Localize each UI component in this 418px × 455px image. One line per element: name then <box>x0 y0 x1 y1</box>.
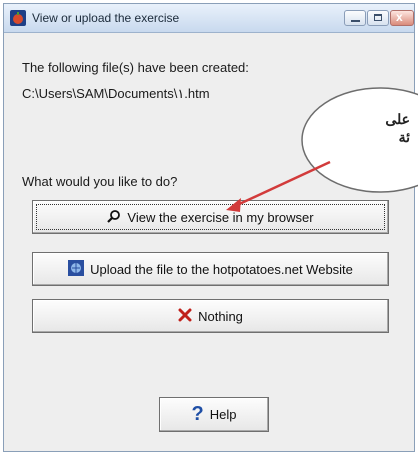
dialog-window: View or upload the exercise x The follow… <box>3 3 415 452</box>
title-bar[interactable]: View or upload the exercise x <box>4 4 414 33</box>
file-path: C:\Users\SAM\Documents\۱.htm <box>22 86 210 101</box>
help-button[interactable]: ? Help <box>159 397 269 432</box>
minimize-button[interactable] <box>344 10 366 26</box>
hotpotatoes-upload-icon <box>68 259 85 279</box>
question-mark-icon: ? <box>191 403 204 425</box>
hotpotatoes-app-icon <box>10 10 26 26</box>
nothing-button[interactable]: Nothing <box>32 299 389 333</box>
minimize-icon <box>351 20 360 22</box>
window-title: View or upload the exercise <box>32 11 180 25</box>
help-label: Help <box>209 407 237 422</box>
view-in-browser-label: View the exercise in my browser <box>127 209 314 225</box>
upload-to-website-label: Upload the file to the hotpotatoes.net W… <box>90 261 353 277</box>
magnifier-icon <box>107 209 121 226</box>
callout-arabic-text: على ئة <box>385 111 410 145</box>
close-button[interactable]: x <box>390 10 414 26</box>
nothing-label: Nothing <box>198 308 243 324</box>
close-icon: x <box>396 10 403 24</box>
maximize-button[interactable] <box>367 10 389 26</box>
created-message: The following file(s) have been created: <box>22 60 249 75</box>
prompt-text: What would you like to do? <box>22 174 178 189</box>
maximize-icon <box>374 14 382 21</box>
red-x-icon <box>178 308 192 325</box>
view-in-browser-button[interactable]: View the exercise in my browser <box>32 200 389 234</box>
upload-to-website-button[interactable]: Upload the file to the hotpotatoes.net W… <box>32 252 389 286</box>
